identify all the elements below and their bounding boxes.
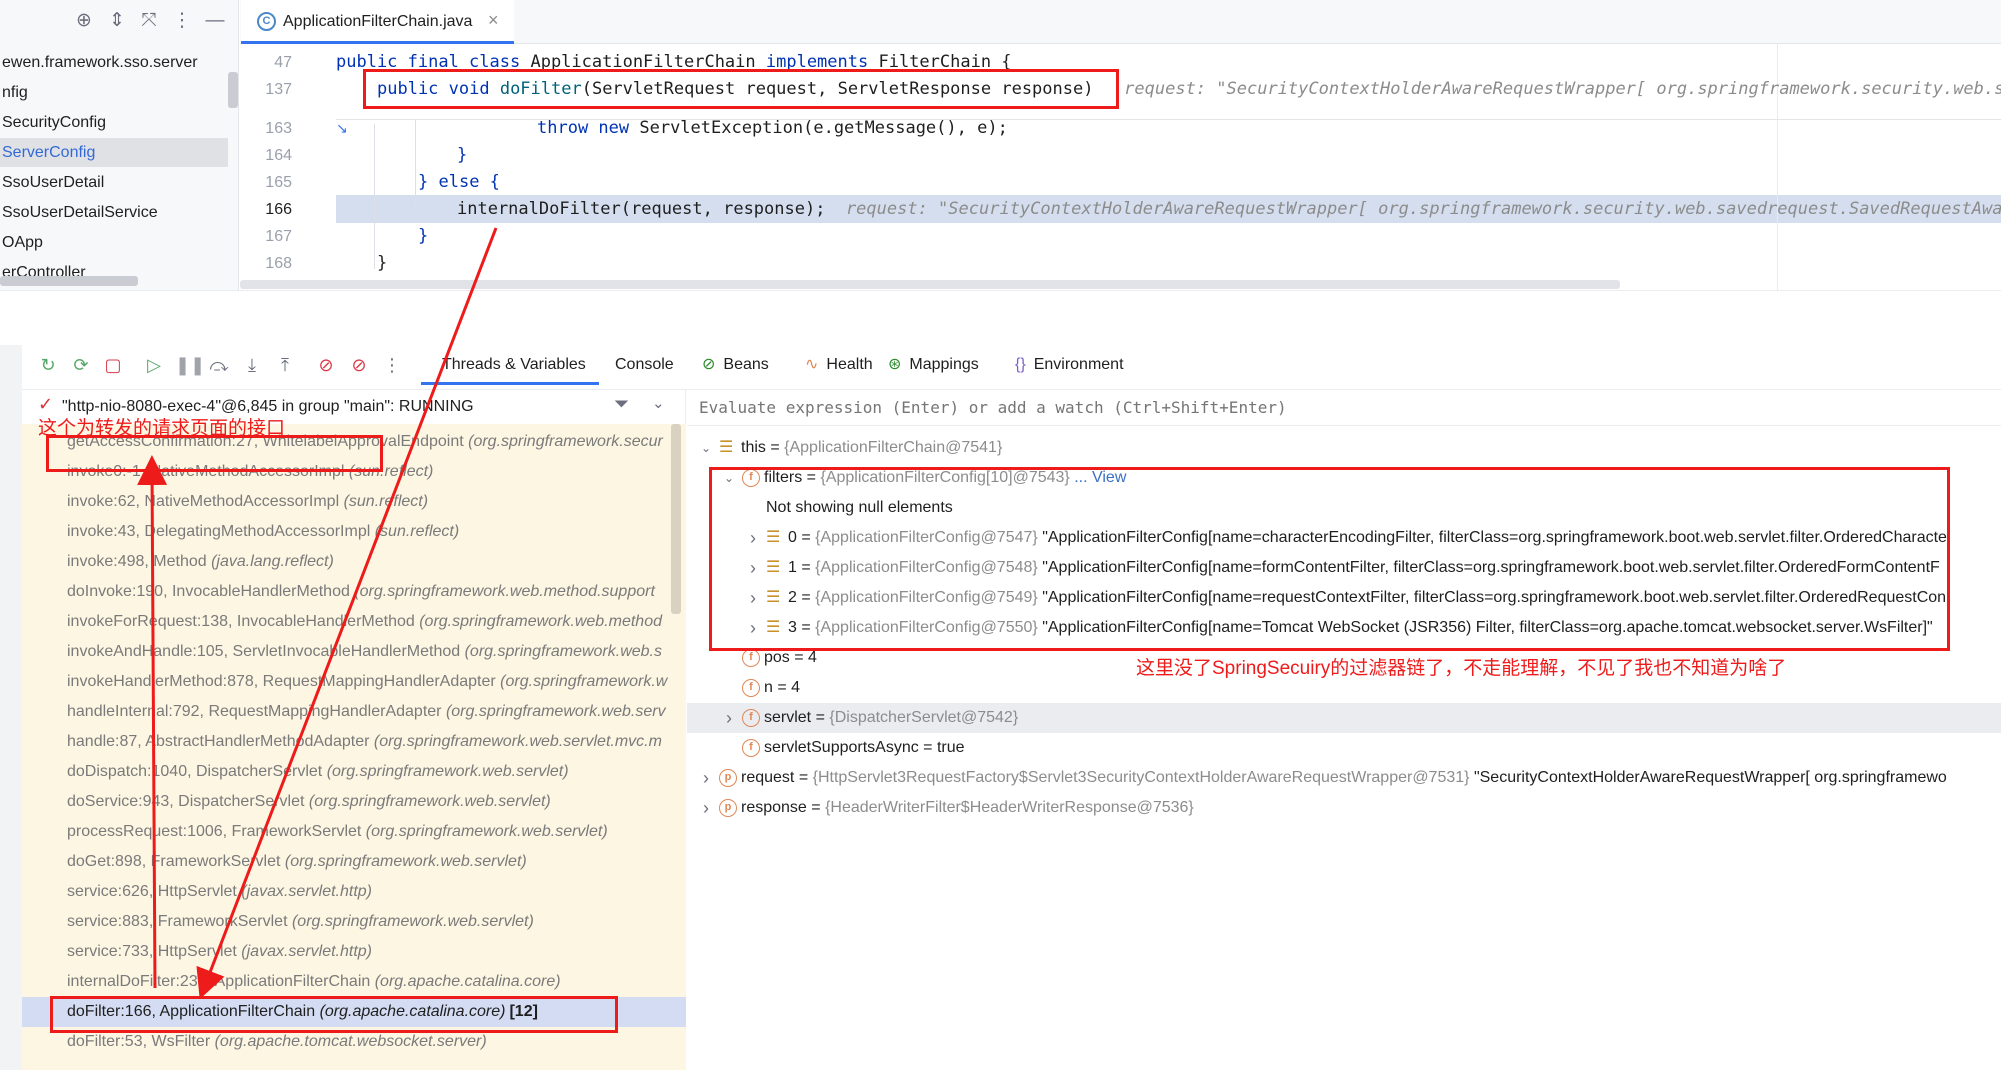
arrow-editor-to-frame [196,227,498,1000]
annotation-arrows [137,227,498,1000]
arrow-frame-to-target [137,455,168,989]
